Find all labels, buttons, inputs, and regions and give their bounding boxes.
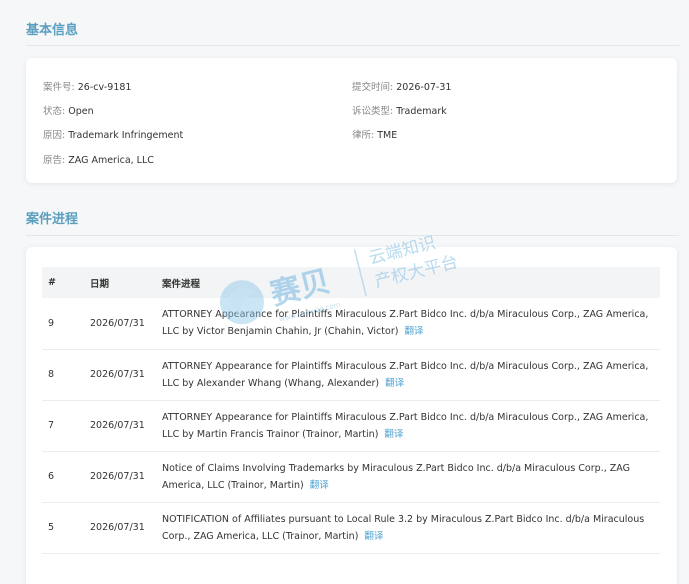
- status-label: 状态:: [43, 106, 66, 117]
- case-progress-divider: [26, 235, 679, 236]
- suit-type-label: 诉讼类型:: [352, 106, 394, 117]
- row-date: 2026/07/31: [84, 400, 156, 452]
- row-progress: NOTIFICATION of Affiliates pursuant to L…: [156, 502, 660, 554]
- row-progress-text: ATTORNEY Appearance for Plaintiffs Mirac…: [162, 360, 649, 389]
- table-row: 7 2026/07/31 ATTORNEY Appearance for Pla…: [42, 400, 660, 452]
- filed-date-label: 提交时间:: [352, 82, 394, 93]
- translate-link[interactable]: 翻译: [385, 378, 404, 389]
- suit-type-field: 诉讼类型: Trademark: [352, 103, 447, 117]
- row-progress-text: Notice of Claims Involving Trademarks by…: [162, 462, 630, 491]
- row-progress: ATTORNEY Appearance for Plaintiffs Mirac…: [156, 349, 660, 401]
- table-header-row: # 日期 案件进程: [42, 267, 660, 298]
- case-progress-table: # 日期 案件进程 9 2026/07/31 ATTORNEY Appearan…: [42, 267, 660, 554]
- header-progress: 案件进程: [162, 278, 201, 290]
- case-number-value: 26-cv-9181: [77, 82, 132, 93]
- row-date: 2026/07/31: [84, 502, 156, 554]
- basic-info-title: 基本信息: [26, 23, 79, 38]
- table-row: 8 2026/07/31 ATTORNEY Appearance for Pla…: [42, 349, 660, 401]
- row-progress-text: ATTORNEY Appearance for Plaintiffs Mirac…: [162, 411, 649, 440]
- row-progress: Notice of Claims Involving Trademarks by…: [156, 451, 660, 503]
- row-date: 2026/07/31: [84, 349, 156, 401]
- translate-link[interactable]: 翻译: [384, 429, 403, 440]
- table-row: 6 2026/07/31 Notice of Claims Involving …: [42, 451, 660, 503]
- header-num: #: [48, 277, 56, 288]
- row-num: 5: [42, 502, 84, 554]
- cause-label: 原因:: [43, 130, 66, 141]
- table-row: 5 2026/07/31 NOTIFICATION of Affiliates …: [42, 502, 660, 554]
- row-progress: ATTORNEY Appearance for Plaintiffs Mirac…: [156, 400, 660, 452]
- basic-info-card: 案件号: 26-cv-9181 状态: Open 原因: Trademark I…: [26, 58, 677, 183]
- translate-link[interactable]: 翻译: [364, 531, 383, 542]
- plaintiff-field: 原告: ZAG America, LLC: [43, 152, 154, 166]
- row-date: 2026/07/31: [84, 298, 156, 350]
- status-value: Open: [68, 106, 94, 117]
- plaintiff-value: ZAG America, LLC: [68, 155, 154, 166]
- filed-date-field: 提交时间: 2026-07-31: [352, 79, 451, 93]
- cause-value: Trademark Infringement: [68, 130, 184, 141]
- law-firm-field: 律所: TME: [352, 127, 397, 141]
- case-number-field: 案件号: 26-cv-9181: [43, 79, 131, 93]
- status-field: 状态: Open: [43, 103, 94, 117]
- law-firm-value: TME: [377, 130, 398, 141]
- case-progress-title: 案件进程: [26, 212, 79, 227]
- case-number-label: 案件号:: [43, 82, 75, 93]
- translate-link[interactable]: 翻译: [404, 326, 423, 337]
- row-num: 7: [42, 400, 84, 452]
- row-num: 6: [42, 451, 84, 503]
- filed-date-value: 2026-07-31: [396, 82, 452, 93]
- cause-field: 原因: Trademark Infringement: [43, 127, 183, 141]
- row-date: 2026/07/31: [84, 451, 156, 503]
- row-progress: ATTORNEY Appearance for Plaintiffs Mirac…: [156, 298, 660, 350]
- row-progress-text: NOTIFICATION of Affiliates pursuant to L…: [162, 513, 645, 542]
- case-progress-card: # 日期 案件进程 9 2026/07/31 ATTORNEY Appearan…: [26, 247, 677, 584]
- law-firm-label: 律所:: [352, 130, 375, 141]
- row-num: 9: [42, 298, 84, 350]
- header-date: 日期: [90, 278, 110, 290]
- table-row: 9 2026/07/31 ATTORNEY Appearance for Pla…: [42, 298, 660, 350]
- basic-info-divider: [26, 45, 679, 46]
- translate-link[interactable]: 翻译: [310, 480, 329, 491]
- suit-type-value: Trademark: [396, 106, 447, 117]
- plaintiff-label: 原告:: [43, 155, 66, 166]
- row-num: 8: [42, 349, 84, 401]
